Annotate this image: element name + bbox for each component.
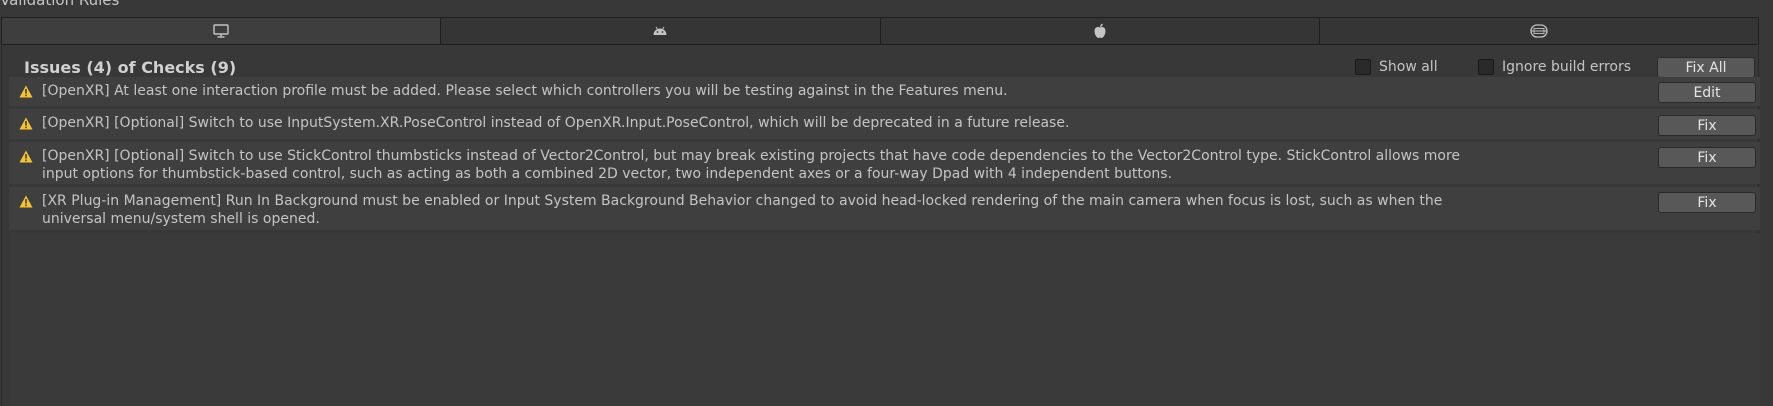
issues-summary-title: Issues (4) of Checks (9) bbox=[24, 58, 237, 77]
window-title: Validation Rules bbox=[0, 0, 120, 9]
tab-standalone[interactable] bbox=[2, 18, 442, 44]
tab-ios[interactable] bbox=[880, 18, 1320, 44]
android-icon bbox=[653, 26, 667, 35]
ignore-build-errors-checkbox[interactable] bbox=[1478, 59, 1494, 75]
show-all-checkbox[interactable] bbox=[1355, 59, 1371, 75]
apple-icon bbox=[1094, 23, 1106, 38]
issue-row: [OpenXR] At least one interaction profil… bbox=[9, 77, 1760, 106]
fix-all-button[interactable]: Fix All bbox=[1657, 57, 1755, 78]
monitor-icon bbox=[213, 24, 229, 38]
warning-icon bbox=[19, 150, 33, 163]
ignore-build-errors-label: Ignore build errors bbox=[1502, 59, 1632, 75]
show-all-label: Show all bbox=[1379, 59, 1438, 75]
show-all-toggle[interactable]: Show all bbox=[1355, 59, 1438, 75]
fix-button[interactable]: Fix bbox=[1658, 115, 1756, 136]
issue-message: [OpenXR] At least one interaction profil… bbox=[42, 83, 1008, 99]
issue-message: [XR Plug-in Management] Run In Backgroun… bbox=[42, 193, 1443, 227]
validation-panel: Issues (4) of Checks (9) Show all Ignore… bbox=[1, 45, 1760, 406]
fix-button[interactable]: Fix bbox=[1658, 192, 1756, 213]
issue-row: [OpenXR] [Optional] Switch to use InputS… bbox=[9, 109, 1760, 139]
ignore-build-errors-toggle[interactable]: Ignore build errors bbox=[1478, 59, 1631, 75]
tab-webgl[interactable] bbox=[1319, 18, 1758, 44]
fix-button[interactable]: Fix bbox=[1658, 147, 1756, 168]
warning-icon bbox=[19, 195, 33, 208]
issue-message: [OpenXR] [Optional] Switch to use InputS… bbox=[42, 115, 1070, 131]
warning-icon bbox=[19, 85, 33, 98]
issues-header: Issues (4) of Checks (9) Show all Ignore… bbox=[2, 57, 1760, 79]
webgl-icon bbox=[1530, 24, 1548, 38]
issues-list-empty-area bbox=[9, 233, 1760, 406]
tab-android[interactable] bbox=[441, 18, 881, 44]
platform-tabbar bbox=[1, 17, 1759, 45]
edit-button[interactable]: Edit bbox=[1658, 82, 1756, 103]
warning-icon bbox=[19, 117, 33, 130]
issue-row: [XR Plug-in Management] Run In Backgroun… bbox=[9, 187, 1760, 230]
issue-message: [OpenXR] [Optional] Switch to use StickC… bbox=[42, 148, 1461, 182]
issue-row: [OpenXR] [Optional] Switch to use StickC… bbox=[9, 142, 1760, 184]
